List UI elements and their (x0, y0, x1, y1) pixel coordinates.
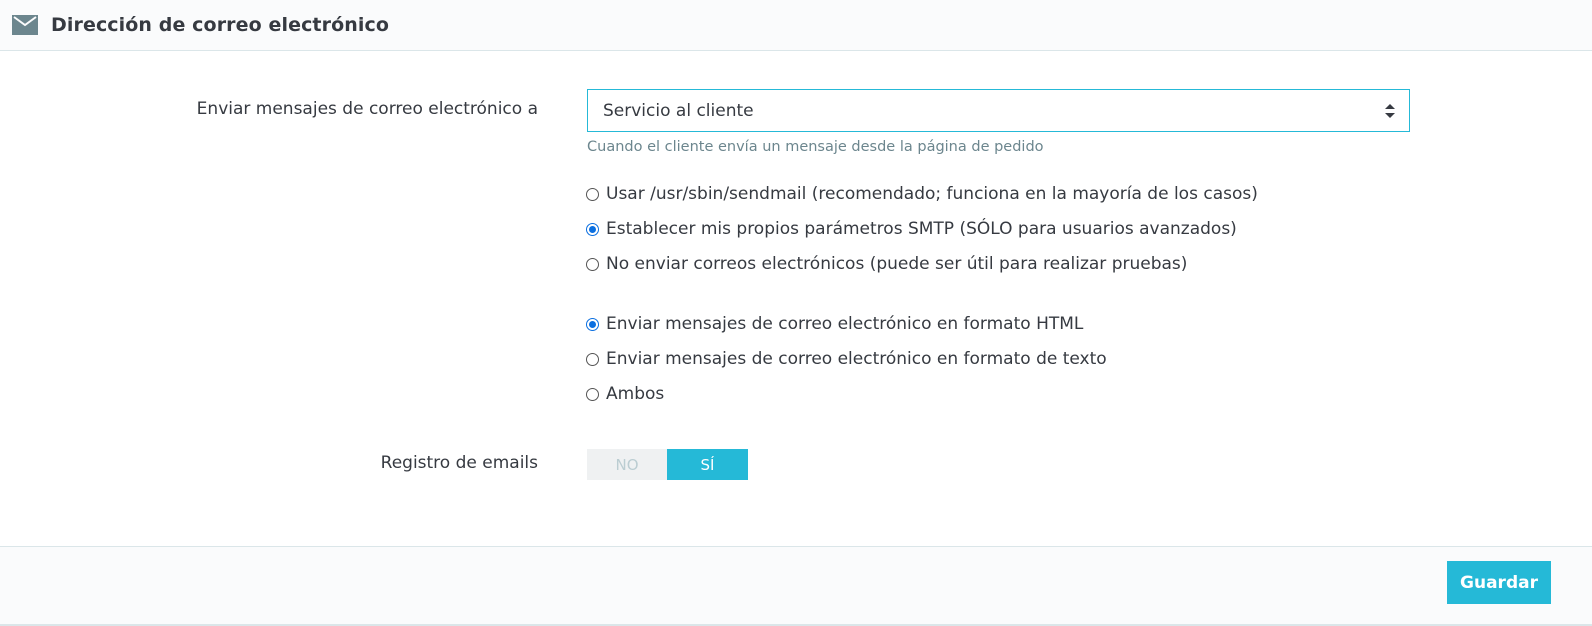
mail-method-option-smtp[interactable]: Establecer mis propios parámetros SMTP (… (586, 219, 1237, 239)
switch-option-yes[interactable]: SÍ (667, 449, 748, 480)
switch-option-no[interactable]: NO (587, 449, 667, 480)
send-to-label: Enviar mensajes de correo electrónico a (196, 99, 538, 119)
mail-icon (12, 15, 38, 35)
log-emails-label: Registro de emails (380, 453, 538, 473)
save-button[interactable]: Guardar (1447, 561, 1551, 604)
mail-format-option-both[interactable]: Ambos (586, 384, 664, 404)
mail-format-option-text[interactable]: Enviar mensajes de correo electrónico en… (586, 349, 1107, 369)
send-to-select[interactable]: Servicio al cliente (587, 89, 1410, 132)
radio-smtp[interactable] (586, 222, 599, 236)
select-caret-icon (1384, 102, 1396, 120)
mail-method-option-none[interactable]: No enviar correos electrónicos (puede se… (586, 254, 1187, 274)
radio-format-text[interactable] (586, 352, 599, 366)
mail-format-option-html[interactable]: Enviar mensajes de correo electrónico en… (586, 314, 1083, 334)
radio-format-both[interactable] (586, 387, 599, 401)
radio-no-email[interactable] (586, 257, 599, 271)
send-to-selected-value: Servicio al cliente (603, 100, 754, 121)
radio-label-no-email: No enviar correos electrónicos (puede se… (606, 254, 1188, 274)
radio-label-smtp: Establecer mis propios parámetros SMTP (… (606, 219, 1237, 239)
mail-method-option-sendmail[interactable]: Usar /usr/sbin/sendmail (recomendado; fu… (586, 184, 1258, 204)
panel-heading: Dirección de correo electrónico (0, 0, 1592, 51)
radio-sendmail[interactable] (586, 187, 599, 201)
panel-title: Dirección de correo electrónico (51, 14, 389, 36)
radio-label-sendmail: Usar /usr/sbin/sendmail (recomendado; fu… (606, 184, 1258, 204)
radio-label-format-text: Enviar mensajes de correo electrónico en… (606, 349, 1107, 369)
panel-footer: Guardar (0, 546, 1592, 624)
radio-label-format-html: Enviar mensajes de correo electrónico en… (606, 314, 1084, 334)
send-to-help-text: Cuando el cliente envía un mensaje desde… (587, 139, 1044, 155)
radio-format-html[interactable] (586, 317, 599, 331)
email-settings-panel: Dirección de correo electrónico Enviar m… (0, 0, 1592, 626)
radio-label-format-both: Ambos (606, 384, 665, 404)
log-emails-switch[interactable]: NO SÍ (587, 449, 748, 480)
